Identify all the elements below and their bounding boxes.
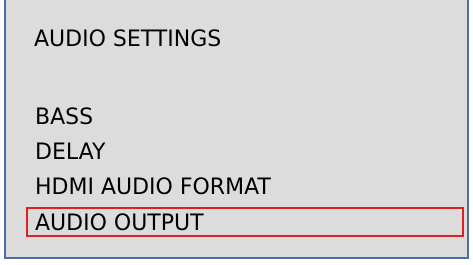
audio-settings-panel: AUDIO SETTINGS BASS DELAY HDMI AUDIO FOR… bbox=[4, 0, 469, 259]
menu-item-hdmi-audio-format[interactable]: HDMI AUDIO FORMAT bbox=[26, 171, 464, 201]
menu-item-bass[interactable]: BASS bbox=[26, 101, 464, 131]
menu-title: AUDIO SETTINGS bbox=[34, 27, 222, 52]
menu-item-audio-output[interactable]: AUDIO OUTPUT bbox=[26, 207, 464, 237]
menu-item-delay[interactable]: DELAY bbox=[26, 136, 464, 166]
